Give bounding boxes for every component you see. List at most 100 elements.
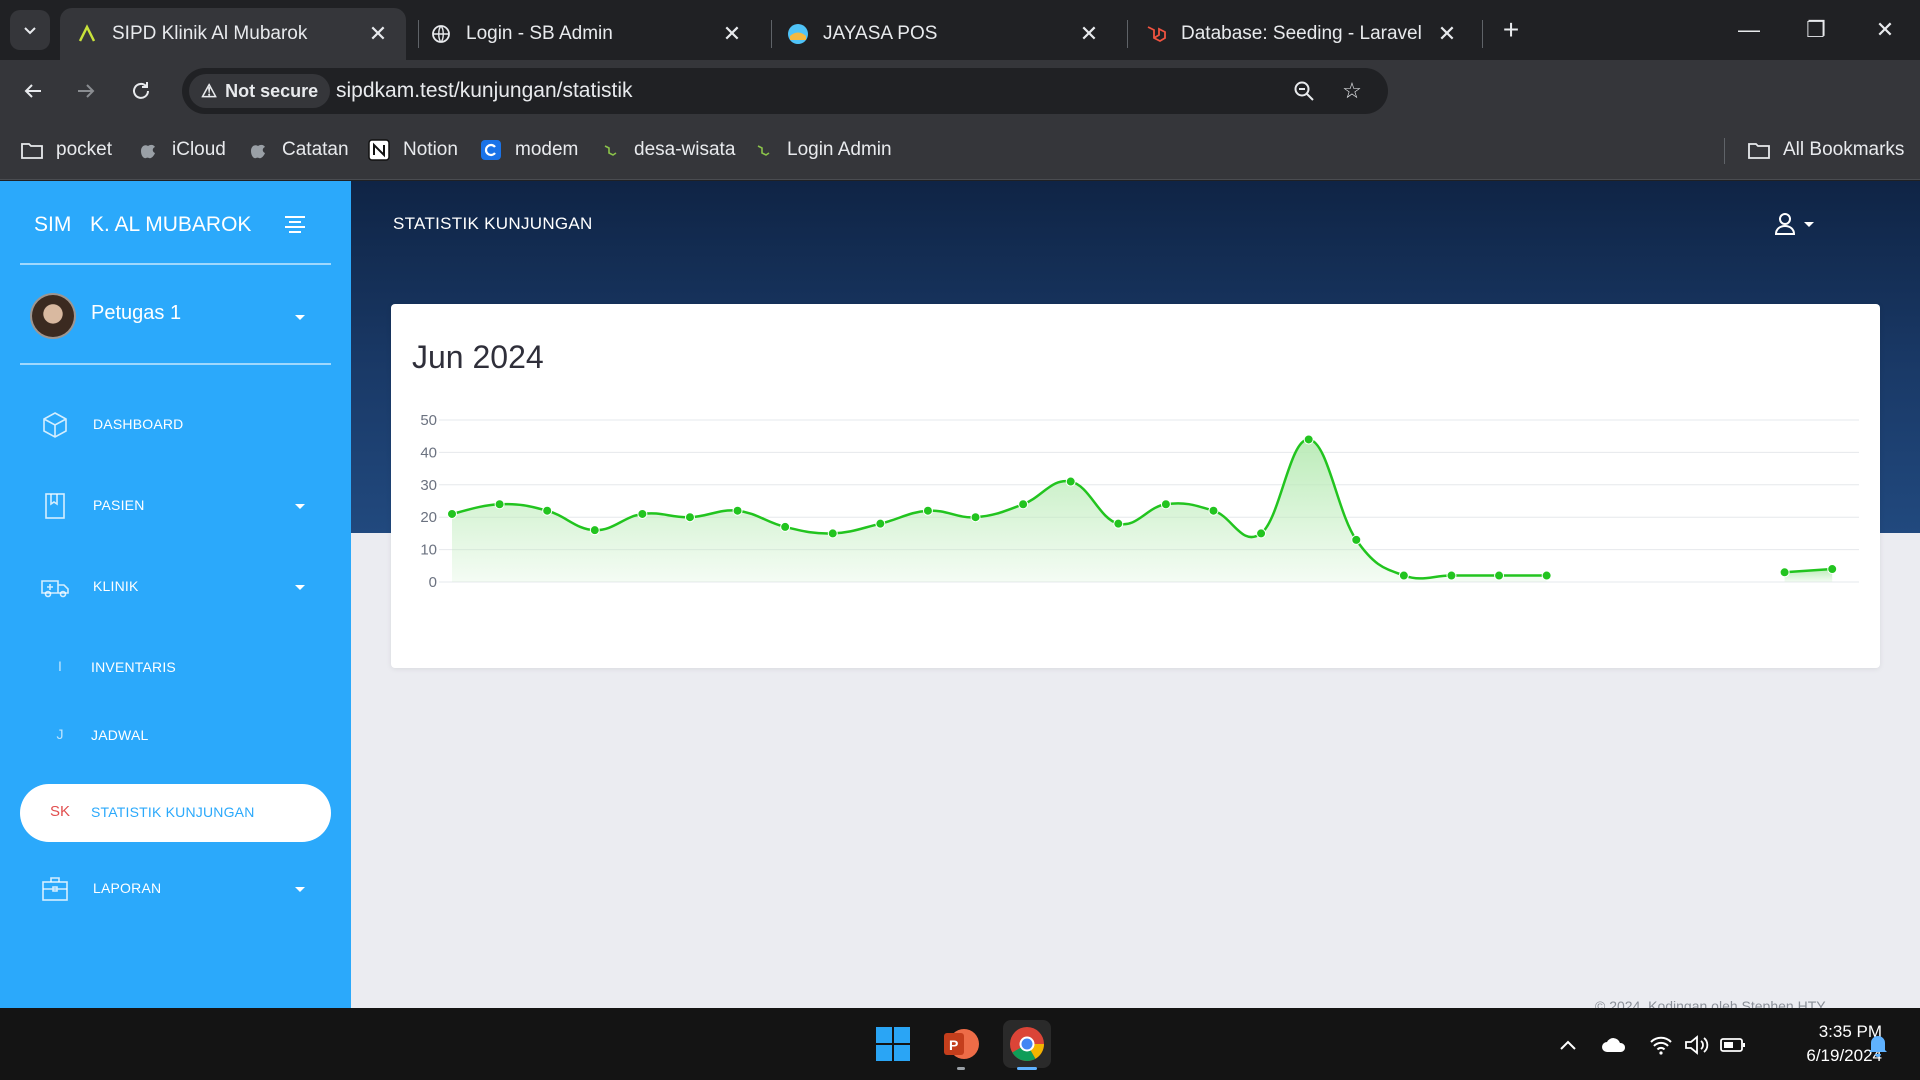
user-name[interactable]: Petugas 1 [91, 302, 181, 325]
y-tick-label: 40 [420, 444, 437, 461]
url-text[interactable]: sipdkam.test/kunjungan/statistik [336, 79, 632, 103]
bookmark-modem[interactable]: modem [479, 137, 578, 163]
data-point[interactable] [1160, 499, 1171, 510]
data-point[interactable] [780, 521, 791, 532]
data-point[interactable] [1208, 505, 1219, 516]
tab-title: Login - SB Admin [466, 23, 613, 44]
brand-name[interactable]: K. AL MUBAROK [90, 213, 251, 237]
data-point[interactable] [1303, 434, 1314, 445]
data-point[interactable] [970, 512, 981, 523]
start-button[interactable] [869, 1020, 917, 1068]
user-icon [1774, 213, 1796, 235]
brand-short[interactable]: SIM [34, 213, 71, 237]
sidebar-divider [20, 363, 331, 365]
screen: SIPD Klinik Al Mubarok ✕ Login - SB Admi… [0, 0, 1920, 1080]
close-icon[interactable]: ✕ [1077, 21, 1101, 46]
close-icon[interactable]: ✕ [1435, 21, 1459, 46]
user-menu-button[interactable] [1774, 209, 1834, 239]
bookmark-pocket[interactable]: pocket [20, 137, 112, 163]
caret-down-icon [295, 585, 305, 590]
forward-button[interactable] [70, 75, 102, 107]
data-point[interactable] [1827, 564, 1838, 575]
sidebar-item-jadwal[interactable]: J JADWAL [20, 707, 331, 765]
new-tab-button[interactable]: + [1495, 14, 1527, 46]
data-point[interactable] [732, 505, 743, 516]
restore-button[interactable]: ❐ [1791, 10, 1841, 50]
volume-icon[interactable] [1684, 1032, 1710, 1058]
data-point[interactable] [447, 508, 457, 519]
back-button[interactable] [17, 75, 49, 107]
data-point[interactable] [1113, 518, 1124, 529]
tab-title: SIPD Klinik Al Mubarok [112, 23, 308, 44]
tab-laravel-seeding[interactable]: Database: Seeding - Laravel 11. ✕ [1129, 8, 1475, 60]
sidebar-toggle-button[interactable] [282, 211, 310, 239]
data-point[interactable] [1398, 570, 1409, 581]
powerpoint-taskbar-icon[interactable]: P [937, 1020, 985, 1070]
data-point[interactable] [637, 508, 648, 519]
tab-search-button[interactable] [10, 10, 50, 50]
data-point[interactable] [875, 518, 886, 529]
y-tick-label: 50 [420, 412, 437, 429]
site-security-chip[interactable]: ⚠ Not secure [189, 74, 331, 108]
chrome-taskbar-icon[interactable] [1003, 1020, 1051, 1070]
close-icon[interactable]: ✕ [366, 21, 390, 46]
tab-login-sb-admin[interactable]: Login - SB Admin ✕ [414, 8, 760, 60]
modem-icon [479, 138, 503, 162]
sidebar-item-laporan[interactable]: LAPORAN [20, 860, 331, 918]
tab-separator [1482, 20, 1483, 48]
bookmarks-bar: pocket iCloud Catatan Notion modem desa-… [0, 120, 1920, 180]
data-point[interactable] [1351, 534, 1362, 545]
sidebar-item-dashboard[interactable]: DASHBOARD [20, 396, 331, 454]
data-point[interactable] [494, 499, 505, 510]
tab-jayasa-pos[interactable]: JAYASA POS ✕ [771, 8, 1117, 60]
sidebar-item-inventaris[interactable]: I INVENTARIS [20, 639, 331, 697]
data-point[interactable] [1779, 567, 1790, 578]
data-point[interactable] [1018, 499, 1029, 510]
address-bar[interactable]: ⚠ Not secure sipdkam.test/kunjungan/stat… [182, 68, 1388, 114]
data-point[interactable] [1494, 570, 1505, 581]
data-point[interactable] [1065, 476, 1076, 487]
notification-bell-icon[interactable] [1865, 1032, 1891, 1058]
all-bookmarks-button[interactable]: All Bookmarks [1747, 137, 1904, 163]
tab-sipd-klinik[interactable]: SIPD Klinik Al Mubarok ✕ [60, 8, 406, 60]
data-point[interactable] [1256, 528, 1267, 539]
sidebar-item-pasien[interactable]: PASIEN [20, 477, 331, 535]
y-axis: 50 40 30 20 10 0 [420, 412, 437, 591]
data-point[interactable] [589, 525, 600, 536]
reload-button[interactable] [125, 75, 157, 107]
chevron-up-icon[interactable] [1555, 1032, 1581, 1058]
wifi-icon[interactable] [1648, 1032, 1674, 1058]
sidebar-item-klinik[interactable]: KLINIK [20, 558, 331, 616]
data-point[interactable] [1446, 570, 1457, 581]
data-point[interactable] [684, 512, 695, 523]
sidebar-item-label: PASIEN [93, 497, 145, 513]
close-window-button[interactable]: ✕ [1860, 10, 1910, 50]
close-icon[interactable]: ✕ [720, 21, 744, 46]
sidebar-item-label: KLINIK [93, 578, 139, 594]
y-tick-label: 0 [429, 574, 437, 591]
bookmark-icloud[interactable]: iCloud [136, 137, 226, 163]
bookmark-star-icon[interactable]: ☆ [1338, 77, 1366, 105]
sidebar-item-statistik-kunjungan[interactable]: SK STATISTIK KUNJUNGAN [20, 784, 331, 842]
globe-icon [430, 23, 452, 45]
data-point[interactable] [827, 528, 838, 539]
bookmark-desa-wisata[interactable]: desa-wisata [598, 137, 735, 163]
battery-icon[interactable] [1720, 1032, 1746, 1058]
bookmark-catatan[interactable]: Catatan [246, 137, 349, 163]
data-point[interactable] [542, 505, 553, 516]
sidebar-item-label: INVENTARIS [91, 659, 176, 675]
notion-icon [367, 138, 391, 162]
folder-icon [20, 138, 44, 162]
series-area [452, 439, 1547, 582]
y-tick-label: 30 [420, 477, 437, 494]
running-indicator [957, 1067, 965, 1070]
caret-down-icon[interactable] [295, 315, 305, 320]
avatar[interactable] [30, 293, 76, 339]
data-point[interactable] [1541, 570, 1552, 581]
minimize-button[interactable]: — [1724, 10, 1774, 50]
zoom-icon[interactable] [1290, 77, 1318, 105]
data-point[interactable] [922, 505, 933, 516]
bookmark-notion[interactable]: Notion [367, 137, 458, 163]
bookmark-login-admin[interactable]: Login Admin [751, 137, 892, 163]
cloud-icon[interactable] [1601, 1032, 1627, 1058]
